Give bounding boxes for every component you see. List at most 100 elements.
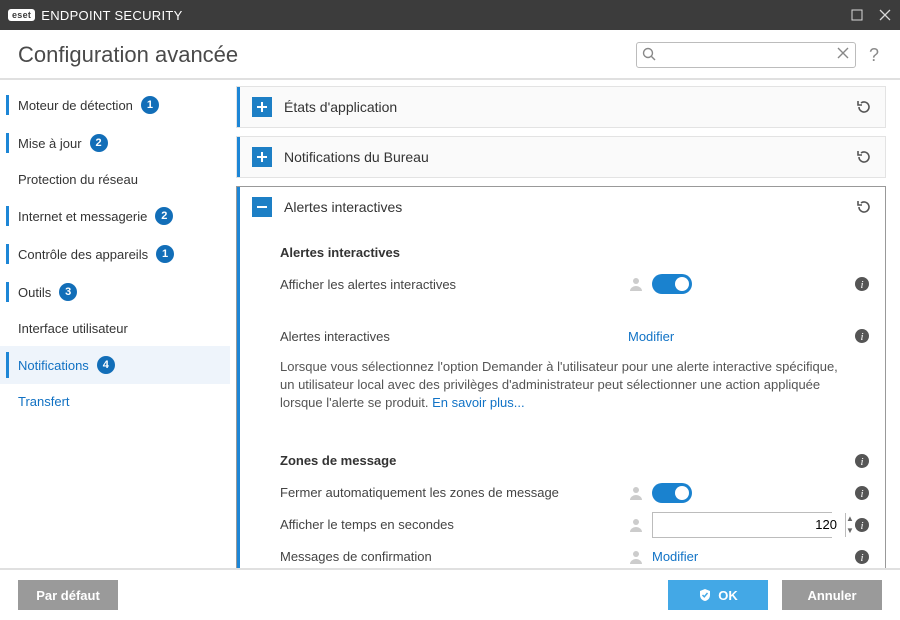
sidebar-item-transfer[interactable]: Transfert bbox=[0, 384, 230, 419]
sidebar-item-label: Moteur de détection bbox=[18, 98, 133, 113]
sidebar-badge: 3 bbox=[59, 283, 77, 301]
panel-application-states: États d'application bbox=[236, 86, 886, 128]
info-icon[interactable]: i bbox=[853, 548, 871, 566]
row-interactive-alerts-list: Alertes interactives Modifier i bbox=[280, 320, 871, 352]
revert-icon[interactable] bbox=[855, 98, 873, 116]
sidebar-item-user-interface[interactable]: Interface utilisateur bbox=[0, 311, 230, 346]
panel-title: États d'application bbox=[284, 99, 843, 115]
show-alerts-toggle[interactable] bbox=[652, 274, 692, 294]
info-icon[interactable]: i bbox=[853, 327, 871, 345]
panel-title: Notifications du Bureau bbox=[284, 149, 843, 165]
row-show-interactive-alerts: Afficher les alertes interactives i bbox=[280, 268, 871, 300]
sidebar-badge: 2 bbox=[90, 134, 108, 152]
desc-text: Lorsque vous sélectionnez l'option Deman… bbox=[280, 359, 838, 410]
shield-icon bbox=[698, 588, 712, 602]
sidebar-item-web-email[interactable]: Internet et messagerie 2 bbox=[0, 197, 230, 235]
cancel-button[interactable]: Annuler bbox=[782, 580, 882, 610]
sidebar-item-label: Mise à jour bbox=[18, 136, 82, 151]
user-icon bbox=[628, 276, 644, 292]
auto-close-toggle[interactable] bbox=[652, 483, 692, 503]
footer: Par défaut OK Annuler bbox=[0, 568, 900, 620]
display-time-input[interactable] bbox=[653, 513, 845, 537]
info-icon[interactable]: i bbox=[853, 275, 871, 293]
sidebar-item-label: Transfert bbox=[18, 394, 70, 409]
revert-icon[interactable] bbox=[855, 148, 873, 166]
cancel-button-label: Annuler bbox=[807, 588, 856, 603]
revert-icon[interactable] bbox=[855, 198, 873, 216]
confirm-label: Messages de confirmation bbox=[280, 549, 620, 564]
sidebar-item-label: Notifications bbox=[18, 358, 89, 373]
panel-header-application-states[interactable]: États d'application bbox=[237, 87, 885, 127]
row-message-boxes-header: Zones de message i bbox=[280, 445, 871, 477]
expand-icon bbox=[252, 97, 272, 117]
clear-search-icon[interactable] bbox=[836, 46, 850, 60]
search-field-wrap bbox=[636, 42, 856, 68]
product-name: ENDPOINT SECURITY bbox=[41, 8, 182, 23]
svg-text:i: i bbox=[860, 456, 863, 468]
sidebar: Moteur de détection 1 Mise à jour 2 Prot… bbox=[0, 80, 230, 568]
info-icon[interactable]: i bbox=[853, 484, 871, 502]
auto-close-label: Fermer automatiquement les zones de mess… bbox=[280, 485, 620, 500]
section-interactive-alerts-title: Alertes interactives bbox=[280, 245, 871, 260]
svg-text:i: i bbox=[860, 279, 863, 291]
svg-text:i: i bbox=[860, 331, 863, 343]
search-icon bbox=[642, 47, 656, 61]
sidebar-item-label: Internet et messagerie bbox=[18, 209, 147, 224]
info-icon[interactable]: i bbox=[853, 516, 871, 534]
confirm-modify-link[interactable]: Modifier bbox=[652, 549, 698, 564]
brand-mark: eset bbox=[8, 9, 35, 21]
info-icon[interactable]: i bbox=[853, 452, 871, 470]
alerts-modify-link[interactable]: Modifier bbox=[628, 329, 674, 344]
collapse-icon bbox=[252, 197, 272, 217]
default-button[interactable]: Par défaut bbox=[18, 580, 118, 610]
row-display-time: Afficher le temps en secondes ▲ ▼ bbox=[280, 509, 871, 541]
sidebar-item-network-protection[interactable]: Protection du réseau bbox=[0, 162, 230, 197]
sidebar-item-notifications[interactable]: Notifications 4 bbox=[0, 346, 230, 384]
ok-button[interactable]: OK bbox=[668, 580, 768, 610]
interactive-alerts-description: Lorsque vous sélectionnez l'option Deman… bbox=[280, 352, 871, 421]
show-alerts-label: Afficher les alertes interactives bbox=[280, 277, 620, 292]
user-icon bbox=[628, 517, 644, 533]
panel-title: Alertes interactives bbox=[284, 199, 843, 215]
title-bar: eset ENDPOINT SECURITY bbox=[0, 0, 900, 30]
panel-interactive-alerts: Alertes interactives Alertes interactive… bbox=[236, 186, 886, 568]
header: Configuration avancée ? bbox=[0, 30, 900, 80]
sidebar-item-label: Interface utilisateur bbox=[18, 321, 128, 336]
display-time-label: Afficher le temps en secondes bbox=[280, 517, 620, 532]
user-icon bbox=[628, 549, 644, 565]
sidebar-badge: 1 bbox=[156, 245, 174, 263]
panel-header-interactive-alerts[interactable]: Alertes interactives bbox=[237, 187, 885, 227]
page-title: Configuration avancée bbox=[18, 42, 238, 68]
sidebar-item-tools[interactable]: Outils 3 bbox=[0, 273, 230, 311]
help-icon[interactable]: ? bbox=[866, 45, 882, 66]
sidebar-item-device-control[interactable]: Contrôle des appareils 1 bbox=[0, 235, 230, 273]
sidebar-item-update[interactable]: Mise à jour 2 bbox=[0, 124, 230, 162]
content-area: États d'application Notifications du Bur… bbox=[230, 80, 900, 568]
panel-desktop-notifications: Notifications du Bureau bbox=[236, 136, 886, 178]
sidebar-item-label: Outils bbox=[18, 285, 51, 300]
expand-icon bbox=[252, 147, 272, 167]
sidebar-badge: 1 bbox=[141, 96, 159, 114]
user-icon bbox=[628, 485, 644, 501]
sidebar-item-label: Protection du réseau bbox=[18, 172, 138, 187]
learn-more-link[interactable]: En savoir plus... bbox=[432, 395, 525, 410]
alerts-list-label: Alertes interactives bbox=[280, 329, 620, 344]
svg-text:i: i bbox=[860, 520, 863, 532]
row-auto-close: Fermer automatiquement les zones de mess… bbox=[280, 477, 871, 509]
sidebar-badge: 2 bbox=[155, 207, 173, 225]
sidebar-item-detection-engine[interactable]: Moteur de détection 1 bbox=[0, 86, 230, 124]
search-input[interactable] bbox=[636, 42, 856, 68]
display-time-stepper: ▲ ▼ bbox=[652, 512, 832, 538]
brand: eset ENDPOINT SECURITY bbox=[8, 8, 183, 23]
row-confirmation-messages: Messages de confirmation Modifier i bbox=[280, 541, 871, 568]
default-button-label: Par défaut bbox=[36, 588, 100, 603]
window-close-icon[interactable] bbox=[878, 8, 892, 22]
section-message-boxes-title: Zones de message bbox=[280, 453, 845, 468]
window-maximize-icon[interactable] bbox=[850, 8, 864, 22]
svg-text:i: i bbox=[860, 552, 863, 564]
panel-header-desktop-notifications[interactable]: Notifications du Bureau bbox=[237, 137, 885, 177]
svg-text:i: i bbox=[860, 488, 863, 500]
sidebar-item-label: Contrôle des appareils bbox=[18, 247, 148, 262]
ok-button-label: OK bbox=[718, 588, 738, 603]
sidebar-badge: 4 bbox=[97, 356, 115, 374]
